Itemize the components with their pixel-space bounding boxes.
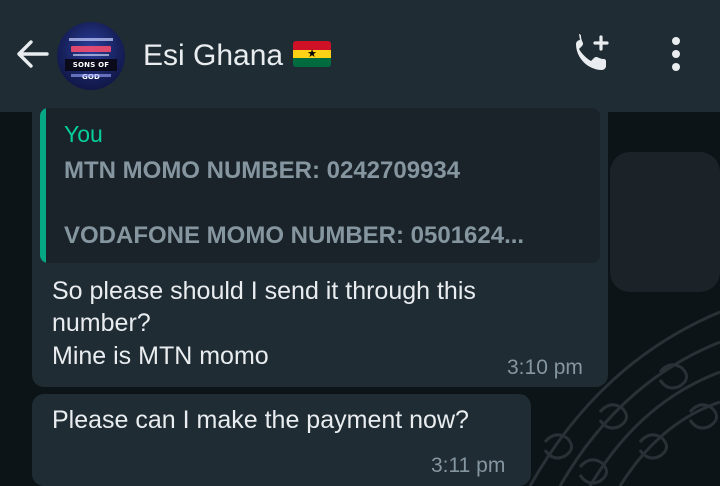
quoted-text-line: MTN MOMO NUMBER: 0242709934	[64, 157, 461, 184]
message-text-line: So please should I send it through this	[52, 277, 476, 305]
quoted-author: You	[64, 121, 103, 147]
contact-name-text: Esi Ghana	[143, 39, 284, 72]
ghana-flag-icon: ★	[293, 41, 332, 68]
arrow-left-icon	[15, 39, 49, 74]
avatar-poster-text: SONS OF GOD	[65, 59, 117, 81]
more-options-button[interactable]	[654, 34, 698, 78]
back-button[interactable]	[10, 36, 54, 76]
message-timestamp: 3:11 pm	[431, 454, 506, 477]
avatar-poster-detail	[71, 46, 111, 52]
avatar-poster-detail	[71, 74, 111, 77]
message-text-line: Please can I make the payment now?	[52, 406, 469, 434]
avatar-poster-detail	[73, 54, 109, 56]
message-timestamp: 3:10 pm	[507, 356, 583, 379]
message-text-line: number?	[52, 309, 151, 337]
contact-name[interactable]: Esi Ghana ★	[143, 36, 332, 76]
add-call-icon	[572, 33, 612, 79]
add-call-button[interactable]	[568, 33, 616, 79]
chat-header: SONS OF GOD Esi Ghana ★	[0, 0, 720, 112]
message-text-line: Mine is MTN momo	[52, 342, 269, 370]
avatar-poster-detail	[69, 38, 113, 41]
quoted-message[interactable]: You MTN MOMO NUMBER: 0242709934 VODAFONE…	[40, 108, 600, 263]
quoted-text-line: VODAFONE MOMO NUMBER: 0501624...	[64, 222, 525, 249]
quote-accent-bar	[40, 108, 46, 263]
contact-avatar[interactable]: SONS OF GOD	[57, 22, 125, 90]
more-vertical-icon	[670, 36, 682, 77]
